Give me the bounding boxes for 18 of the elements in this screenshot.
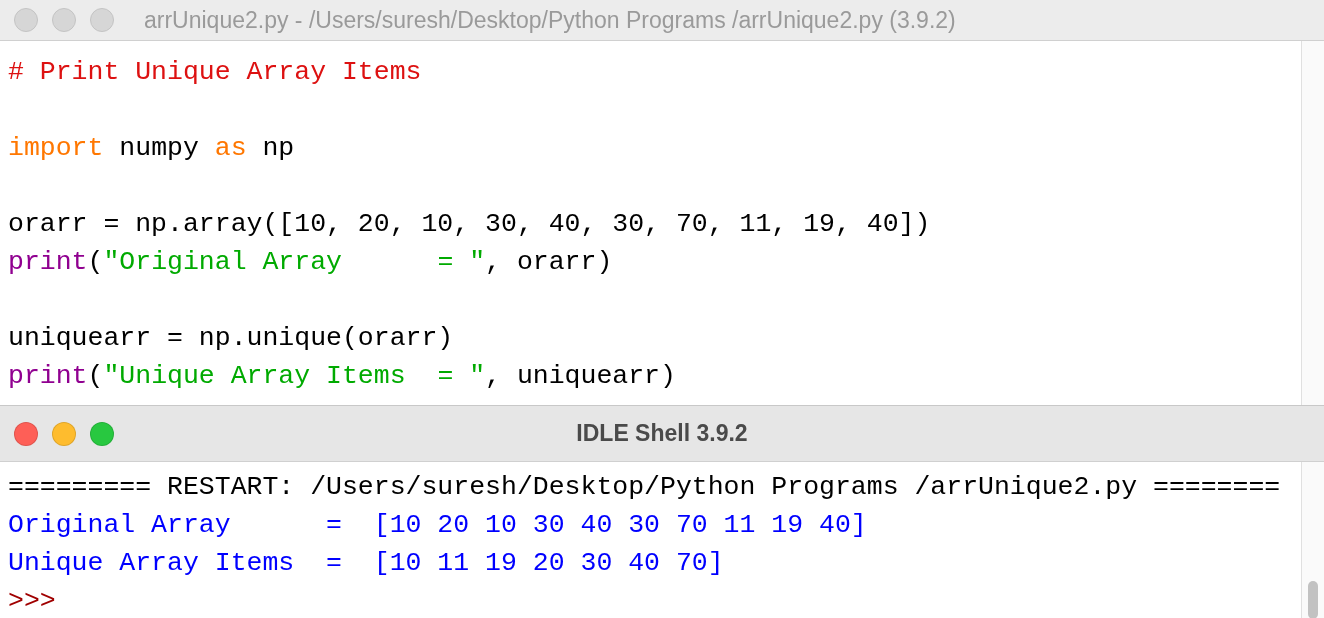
minimize-icon[interactable] xyxy=(52,8,76,32)
output-line: ========= RESTART: /Users/suresh/Desktop/Python Programs /arrUnique2.py ======== xyxy=(8,471,1281,504)
scrollbar[interactable] xyxy=(1301,41,1324,405)
close-icon[interactable] xyxy=(14,8,38,32)
code-line: uniquearr = np.unique(orarr) xyxy=(8,322,454,355)
shell-prompt: >>> xyxy=(8,585,56,618)
output-line: Unique Array Items = [10 11 19 20 30 40 70] xyxy=(8,547,724,580)
scrollbar[interactable] xyxy=(1301,462,1324,618)
output-line: Original Array = [10 20 10 30 40 30 70 11 19 40] xyxy=(8,509,867,542)
code-line: print("Original Array = ", orarr) xyxy=(8,246,613,279)
code-line: import numpy as np xyxy=(8,132,295,165)
code-line: orarr = np.array([10, 20, 10, 30, 40, 30, 70, 11, 19, 40]) xyxy=(8,208,931,241)
window-title: arrUnique2.py - /Users/suresh/Desktop/Python Programs /arrUnique2.py (3.9.2) xyxy=(144,6,956,34)
code-line: # Print Unique Array Items xyxy=(8,56,422,89)
scrollbar-thumb[interactable] xyxy=(1308,581,1318,618)
window-title: IDLE Shell 3.9.2 xyxy=(576,420,748,447)
code-line: print("Unique Array Items = ", uniquearr) xyxy=(8,360,676,393)
zoom-icon[interactable] xyxy=(90,8,114,32)
